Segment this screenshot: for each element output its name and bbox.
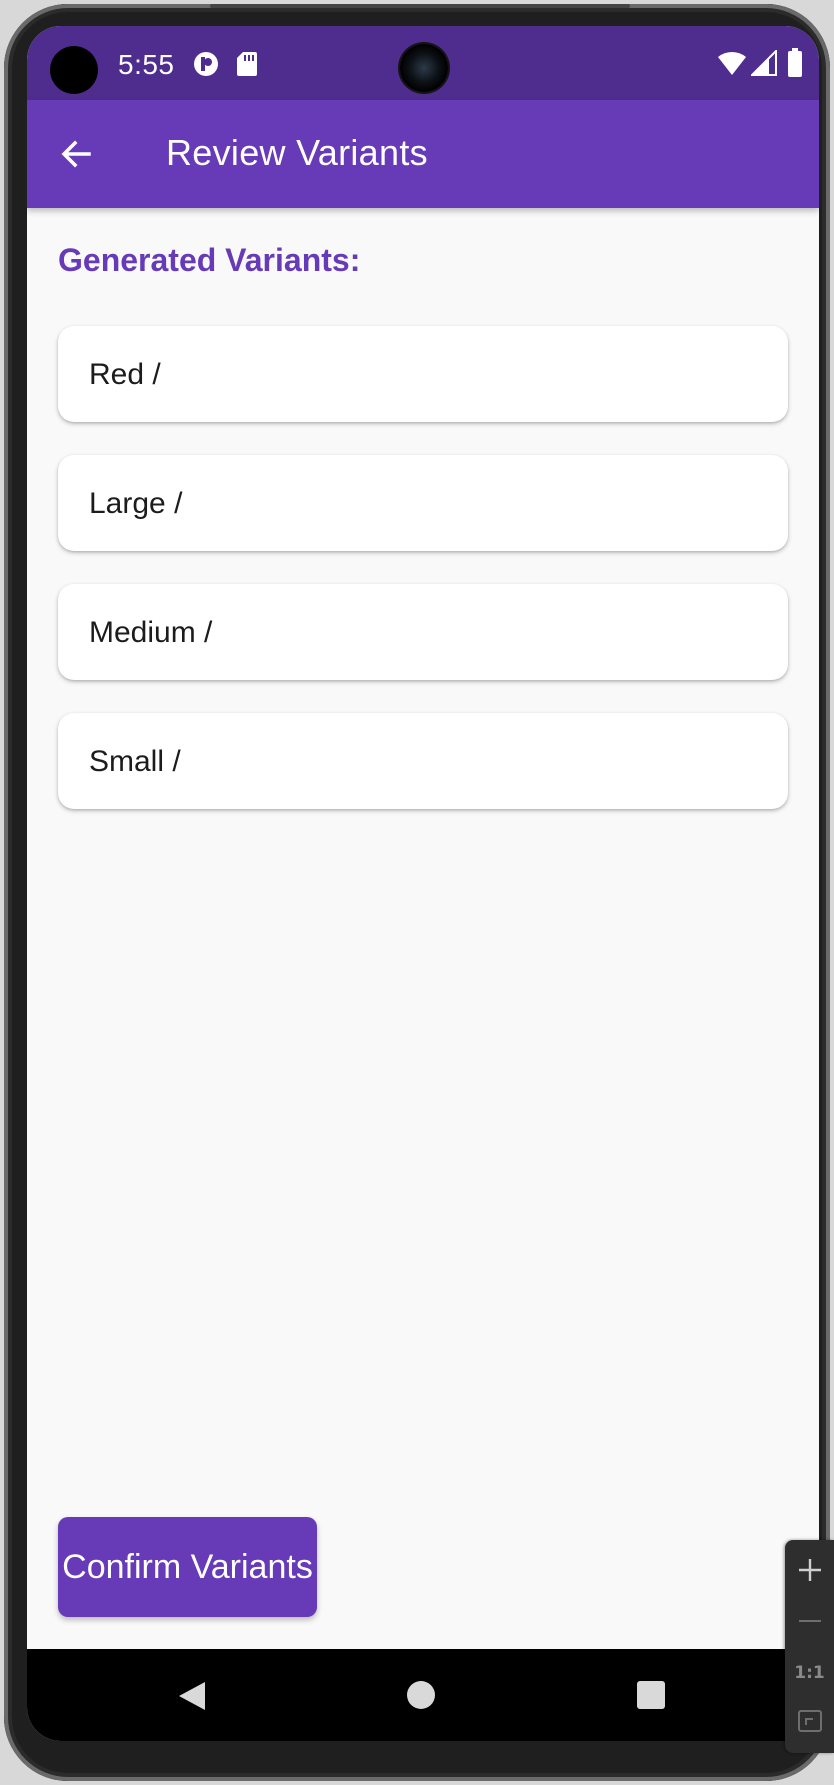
variant-card[interactable]: Small /: [58, 713, 788, 809]
confirm-variants-button[interactable]: Confirm Variants: [58, 1517, 317, 1617]
zoom-in-button[interactable]: [785, 1547, 834, 1597]
actual-size-label: 1:1: [794, 1663, 825, 1683]
emulator-zoom-toolbar: 1:1: [785, 1540, 834, 1753]
variant-label: Red /: [89, 358, 161, 391]
actual-size-button[interactable]: 1:1: [785, 1648, 834, 1698]
status-bar: 5:55: [27, 26, 819, 100]
fit-screen-button[interactable]: [785, 1698, 834, 1748]
cell-signal-icon: [749, 48, 777, 81]
section-heading: Generated Variants:: [58, 242, 361, 278]
minus-icon: [797, 1608, 823, 1639]
battery-icon: [787, 48, 803, 83]
variant-card[interactable]: Medium /: [58, 584, 788, 680]
page-title: Review Variants: [166, 132, 428, 173]
camera-cutout-icon: [50, 46, 98, 94]
sd-card-icon: [236, 50, 258, 83]
wifi-icon: [717, 50, 747, 81]
bezel-top-edge: [210, 4, 630, 8]
variant-label: Large /: [89, 487, 183, 520]
plus-icon: [797, 1557, 823, 1588]
variant-list: Red / Large / Medium / Small /: [58, 326, 788, 842]
back-button[interactable]: [55, 132, 99, 176]
device-screen: 5:55 Review Variants Generated Variants:…: [27, 26, 819, 1741]
nav-home-icon[interactable]: [407, 1681, 435, 1709]
arrow-left-icon: [55, 140, 99, 180]
variant-card[interactable]: Red /: [58, 326, 788, 422]
variant-label: Small /: [89, 745, 181, 778]
nav-recents-icon[interactable]: [637, 1681, 665, 1709]
front-camera-icon: [400, 44, 448, 92]
system-nav-bar: [27, 1649, 819, 1741]
app-bar: Review Variants: [27, 100, 819, 208]
zoom-out-button[interactable]: [785, 1598, 834, 1648]
variant-label: Medium /: [89, 616, 213, 649]
nav-back-icon[interactable]: [178, 1681, 206, 1716]
status-time: 5:55: [118, 49, 175, 80]
screen-record-icon: [192, 50, 220, 83]
variant-card[interactable]: Large /: [58, 455, 788, 551]
fit-screen-icon: [797, 1708, 823, 1739]
device-frame: 5:55 Review Variants Generated Variants:…: [0, 0, 834, 1785]
